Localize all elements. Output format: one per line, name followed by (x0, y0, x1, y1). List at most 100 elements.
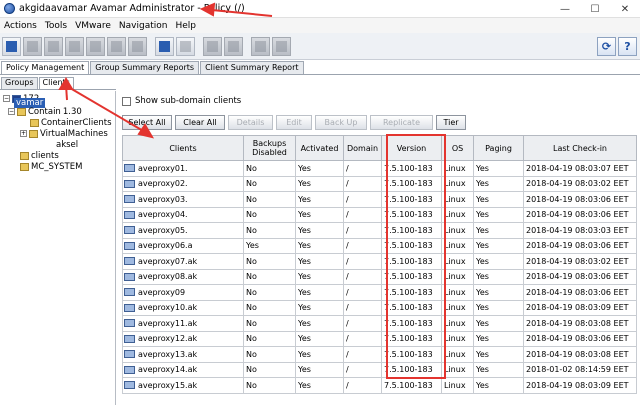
show-subdomain-label: Show sub-domain clients (135, 96, 242, 106)
client-name: aveproxy13.ak (138, 349, 198, 359)
column-header-os[interactable]: OS (441, 135, 474, 161)
cell-backups-disabled: No (243, 191, 296, 208)
cell-activated: Yes (295, 361, 344, 378)
replicate-button[interactable]: Replicate (370, 115, 433, 130)
tree-node-mc-system[interactable]: MC_SYSTEM (20, 161, 82, 172)
table-row[interactable]: aveproxy15.ak No Yes/7.5.100-183 Linux Yes 20… (122, 377, 637, 394)
table-row[interactable]: aveproxy11.ak No Yes/7.5.100-183 Linux Yes 20… (122, 315, 637, 332)
tree-node-container-clients[interactable]: ContainerClients (30, 117, 112, 128)
toolbar-button-13[interactable] (272, 36, 291, 56)
tree-node-virtual-machines[interactable]: + VirtualMachines (20, 128, 108, 139)
toolbar-select-button[interactable] (155, 36, 174, 56)
cell-os: Linux (441, 377, 474, 394)
toolbar-button-3[interactable] (44, 36, 63, 56)
cell-last-checkin: 2018-01-02 08:14:59 EET (523, 361, 637, 378)
table-row[interactable]: aveproxy08.ak No Yes/7.5.100-183 Linux Yes 20… (122, 268, 637, 285)
cell-version: 7.5.100-183 (381, 206, 442, 223)
toolbar-button-12[interactable] (251, 36, 270, 56)
cell-domain: / (343, 361, 382, 378)
cell-activated: Yes (295, 222, 344, 239)
column-header-paging[interactable]: Paging (473, 135, 524, 161)
cell-version: 7.5.100-183 (381, 253, 442, 270)
toolbar-policy-button[interactable] (2, 36, 21, 56)
cell-client: aveproxy04. (122, 206, 244, 223)
toolbar-button-2[interactable] (23, 36, 42, 56)
tab-policy-management[interactable]: Policy Management (1, 61, 90, 74)
table-row[interactable]: aveproxy09 No Yes/7.5.100-183 Linux Yes 2018-… (122, 284, 637, 301)
cell-client: aveproxy06.a (122, 237, 244, 254)
table-row[interactable]: aveproxy06.a Yes Yes/7.5.100-183 Linux Yes 20… (122, 237, 637, 254)
cell-domain: / (343, 346, 382, 363)
tree-node-clients[interactable]: clients (20, 150, 59, 161)
select-all-button[interactable]: Select All (122, 115, 172, 130)
maximize-button[interactable]: ☐ (580, 0, 610, 18)
column-header-backups-disabled[interactable]: Backups Disabled (243, 135, 296, 161)
menu-vmware[interactable]: VMware (75, 21, 111, 31)
cell-last-checkin: 2018-04-19 08:03:06 EET (523, 284, 637, 301)
tab-groups[interactable]: Groups (1, 77, 38, 89)
tree-node-redacted[interactable]: aksel (56, 139, 78, 150)
cell-backups-disabled: No (243, 160, 296, 177)
menu-tools[interactable]: Tools (45, 21, 67, 31)
menu-help[interactable]: Help (175, 21, 196, 31)
refresh-icon[interactable]: ⟳ (597, 37, 616, 56)
toolbar-button-6[interactable] (107, 36, 126, 56)
column-header-version[interactable]: Version (381, 135, 442, 161)
cell-activated: Yes (295, 377, 344, 394)
toolbar-button-10[interactable] (203, 36, 222, 56)
table-row[interactable]: aveproxy12.ak No Yes/7.5.100-183 Linux Yes 20… (122, 330, 637, 347)
cell-backups-disabled: Yes (243, 237, 296, 254)
cell-client: aveproxy15.ak (122, 377, 244, 394)
expand-icon[interactable]: + (20, 130, 27, 137)
table-row[interactable]: aveproxy05. No Yes/7.5.100-183 Linux Yes 2018… (122, 222, 637, 239)
collapse-icon[interactable]: − (3, 95, 10, 102)
column-header-domain[interactable]: Domain (343, 135, 382, 161)
policy-icon (6, 40, 17, 52)
client-name: aveproxy12.ak (138, 334, 198, 344)
column-header-clients[interactable]: Clients (122, 135, 244, 161)
vm-client-icon (124, 226, 135, 235)
show-subdomain-checkbox[interactable] (122, 96, 131, 106)
tree-containers-label: Contain (28, 106, 61, 117)
table-row[interactable]: aveproxy14.ak No Yes/7.5.100-183 Linux Yes 20… (122, 361, 637, 378)
show-subdomain-row[interactable]: Show sub-domain clients (122, 96, 241, 106)
table-row[interactable]: aveproxy02. No Yes/7.5.100-183 Linux Yes 2018… (122, 175, 637, 192)
column-header-activated[interactable]: Activated (295, 135, 344, 161)
collapse-icon[interactable]: − (8, 108, 15, 115)
menu-navigation[interactable]: Navigation (119, 21, 168, 31)
back-up-button[interactable]: Back Up (315, 115, 367, 130)
toolbar-button-4[interactable] (65, 36, 84, 56)
cell-paging: Yes (473, 315, 524, 332)
toolbar-deselect-button[interactable] (176, 36, 195, 56)
cell-paging: Yes (473, 160, 524, 177)
cell-last-checkin: 2018-04-19 08:03:09 EET (523, 299, 637, 316)
table-row[interactable]: aveproxy07.ak No Yes/7.5.100-183 Linux Yes 20… (122, 253, 637, 270)
table-row[interactable]: aveproxy01. No Yes/7.5.100-183 Linux Yes 2018… (122, 160, 637, 177)
details-button[interactable]: Details (228, 115, 273, 130)
table-row[interactable]: aveproxy03. No Yes/7.5.100-183 Linux Yes 2018… (122, 191, 637, 208)
cell-activated: Yes (295, 315, 344, 332)
tree-node-containers[interactable]: − Contain 1.30 (8, 106, 82, 117)
tab-clients[interactable]: Clients (38, 77, 74, 89)
select-icon (159, 40, 170, 52)
minimize-button[interactable]: — (550, 0, 580, 18)
help-icon[interactable]: ? (618, 37, 637, 56)
vm-client-icon (124, 241, 135, 250)
column-header-last-checkin[interactable]: Last Check-in (523, 135, 637, 161)
close-button[interactable]: ✕ (610, 0, 640, 18)
table-row[interactable]: aveproxy10.ak No Yes/7.5.100-183 Linux Yes 20… (122, 299, 637, 316)
table-row[interactable]: aveproxy04. No Yes/7.5.100-183 Linux Yes 2018… (122, 206, 637, 223)
toolbar-button-7[interactable] (128, 36, 147, 56)
edit-button[interactable]: Edit (276, 115, 312, 130)
tab-client-summary-report[interactable]: Client Summary Report (200, 61, 304, 74)
toolbar-icon (207, 40, 218, 52)
toolbar-button-11[interactable] (224, 36, 243, 56)
tier-button[interactable]: Tier (436, 115, 466, 130)
menu-actions[interactable]: Actions (4, 21, 37, 31)
cell-version: 7.5.100-183 (381, 160, 442, 177)
cell-paging: Yes (473, 253, 524, 270)
toolbar-button-5[interactable] (86, 36, 105, 56)
clear-all-button[interactable]: Clear All (175, 115, 225, 130)
tab-group-summary-reports[interactable]: Group Summary Reports (90, 61, 200, 74)
table-row[interactable]: aveproxy13.ak No Yes/7.5.100-183 Linux Yes 20… (122, 346, 637, 363)
